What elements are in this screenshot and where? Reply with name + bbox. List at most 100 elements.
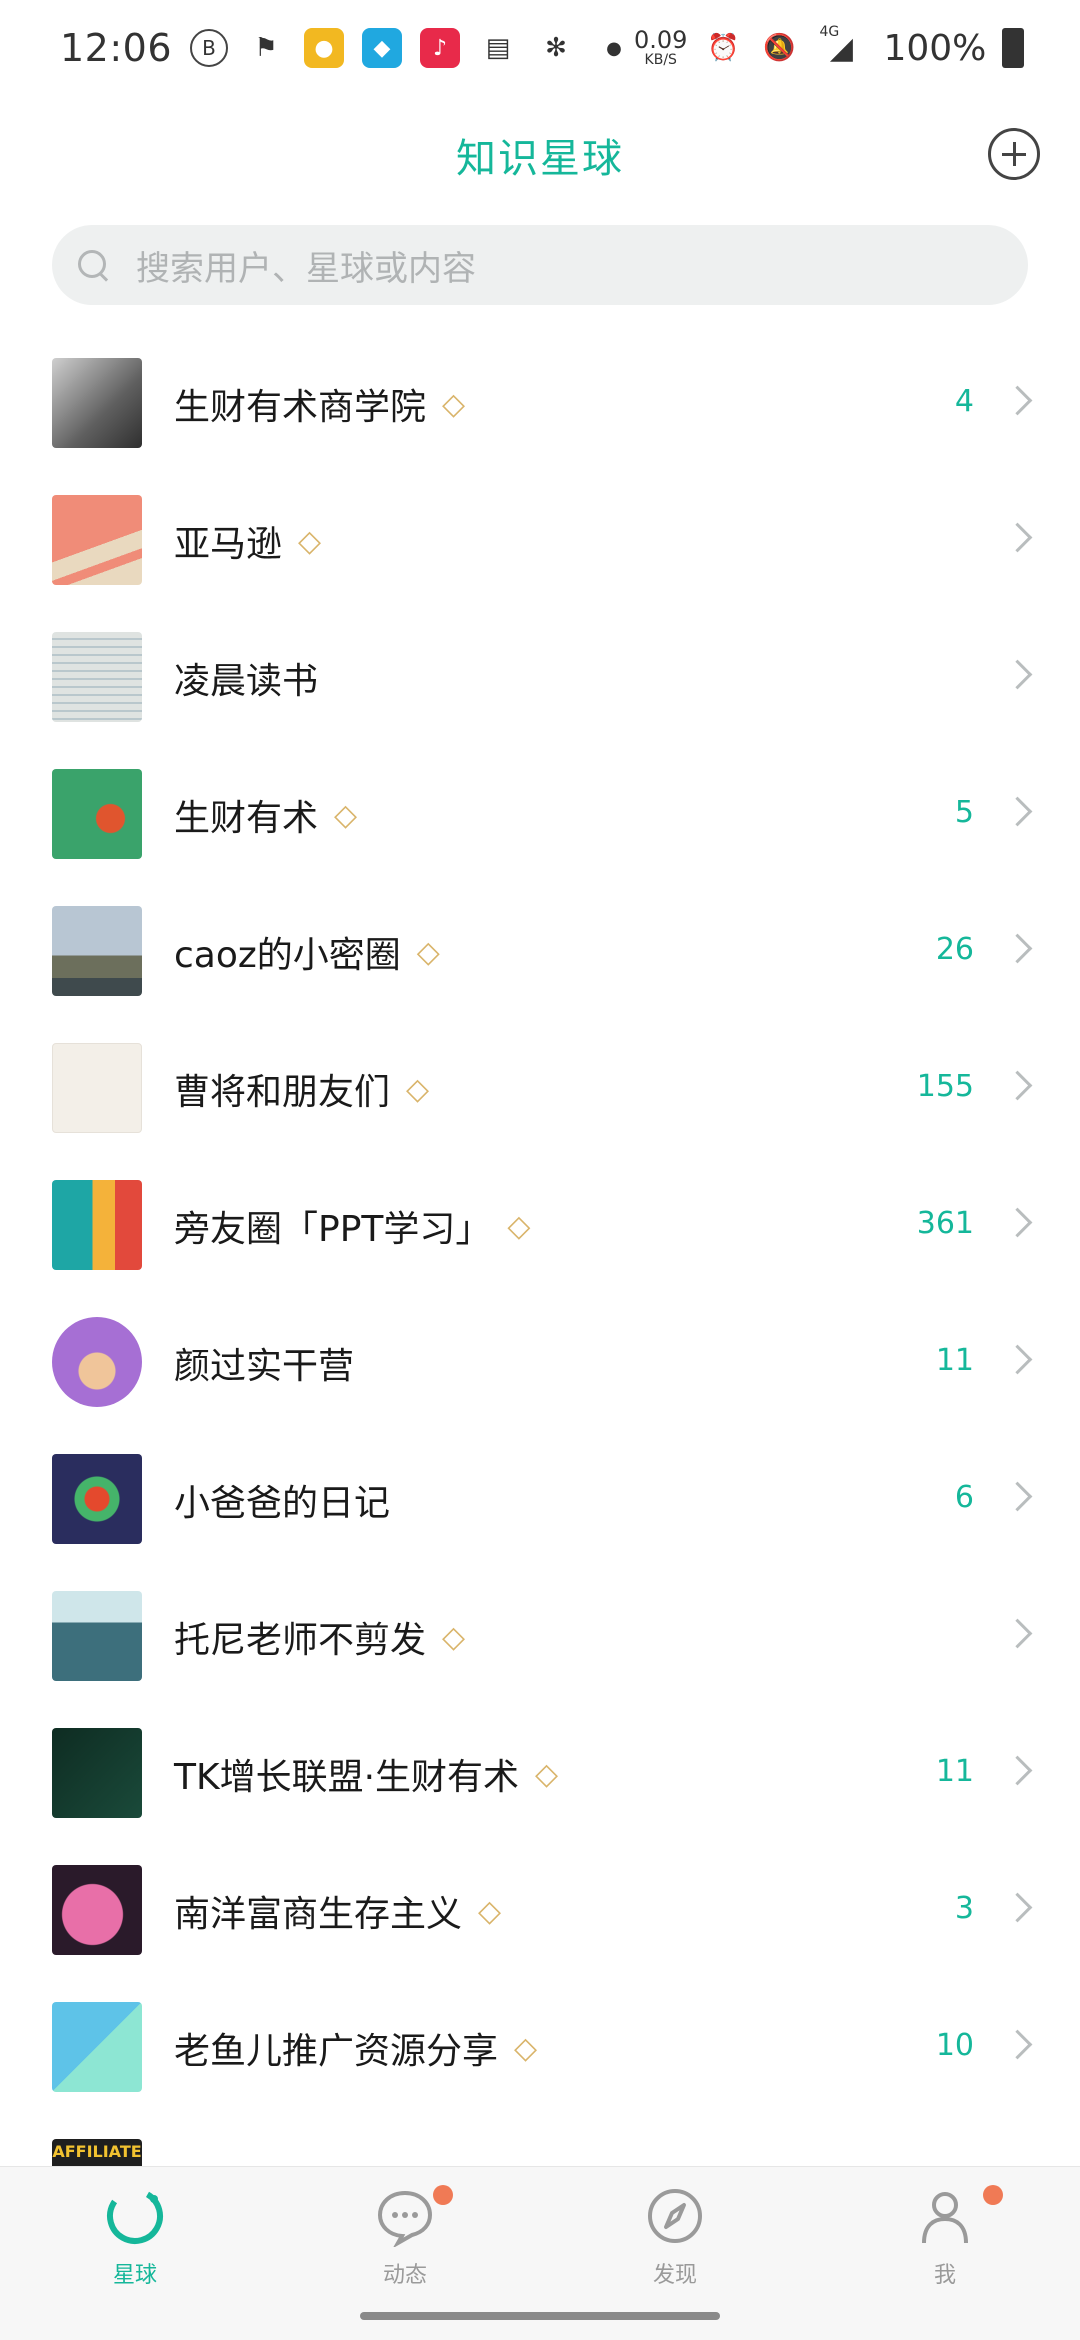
list-item-title-row: 亚马逊 ◇ xyxy=(174,515,321,567)
alarm-icon: ⏰ xyxy=(707,33,740,63)
nav-planet[interactable]: 星球 xyxy=(65,2185,205,2315)
list-item[interactable]: 凌晨读书 xyxy=(0,630,1080,767)
list-item-title-row: 凌晨读书 xyxy=(174,652,318,704)
list-item-title-row: 颜过实干营 xyxy=(174,1337,354,1389)
status-bar: 12:06 B ⚑ ● ◆ ♪ ▤ ✻ ● 0.09 KB/S ⏰ 🔕 4G ◢… xyxy=(0,0,1080,96)
battery-percentage: 100% xyxy=(883,27,987,69)
list-item[interactable]: 颜过实干营 11 xyxy=(0,1315,1080,1452)
notification-dot xyxy=(983,2185,1003,2205)
chevron-right-icon xyxy=(1002,659,1033,690)
diamond-icon: ◇ xyxy=(298,523,322,559)
list-item[interactable]: 曹将和朋友们 ◇ 155 xyxy=(0,1041,1080,1178)
list-item-name: 老鱼儿推广资源分享 xyxy=(174,2031,499,2072)
nav-label: 星球 xyxy=(112,2263,157,2288)
list-item-title-row: caoz的小密圈 ◇ xyxy=(174,926,440,978)
list-item-name: 旁友圈「PPT学习」 xyxy=(174,1209,492,1250)
chevron-right-icon xyxy=(1002,1892,1033,1923)
diamond-icon: ◇ xyxy=(442,386,466,422)
network-speed-value: 0.09 xyxy=(634,26,688,54)
diamond-icon: ◇ xyxy=(478,1893,502,1929)
avatar xyxy=(52,769,142,859)
chevron-right-icon xyxy=(1002,522,1033,553)
nav-me[interactable]: 我 xyxy=(875,2185,1015,2315)
avatar xyxy=(52,495,142,585)
status-right: 0.09 KB/S ⏰ 🔕 4G ◢ 100% xyxy=(634,24,1025,69)
chevron-right-icon xyxy=(1002,1618,1033,1649)
list-item[interactable]: 老鱼儿推广资源分享 ◇ 10 xyxy=(0,2000,1080,2137)
chevron-right-icon xyxy=(1002,796,1033,827)
list-item-name: 颜过实干营 xyxy=(174,1346,355,1387)
list-item[interactable]: 小爸爸的日记 6 xyxy=(0,1452,1080,1589)
home-indicator[interactable] xyxy=(360,2312,720,2320)
nav-feed[interactable]: 动态 xyxy=(335,2185,475,2315)
chevron-right-icon xyxy=(1002,1070,1033,1101)
diamond-icon: ◇ xyxy=(334,797,358,833)
network-speed-unit: KB/S xyxy=(644,52,677,68)
unread-count: 155 xyxy=(916,1069,974,1104)
unread-count: 10 xyxy=(935,2028,974,2063)
sparkle-icon: ✻ xyxy=(545,33,567,63)
list-item-title-row: 托尼老师不剪发 ◇ xyxy=(174,1611,465,1663)
compass-icon xyxy=(644,2185,706,2247)
chat-bubble-icon xyxy=(374,2185,436,2249)
more-notifications-dot-icon: ● xyxy=(606,37,622,59)
list-item-title-row: 老鱼儿推广资源分享 ◇ xyxy=(174,2022,537,2074)
search-icon xyxy=(76,248,110,282)
diamond-icon: ◇ xyxy=(535,1756,559,1792)
list-item-name: 南洋富商生存主义 xyxy=(174,1894,463,1935)
list-item-title-row: 南洋富商生存主义 ◇ xyxy=(174,1885,501,1937)
avatar xyxy=(52,906,142,996)
unread-count: 6 xyxy=(954,1480,974,1515)
list-item-name: 曹将和朋友们 xyxy=(174,1072,391,1113)
avatar xyxy=(52,1454,142,1544)
list-item[interactable]: 旁友圈「PPT学习」 ◇ 361 xyxy=(0,1178,1080,1315)
avatar xyxy=(52,2002,142,2092)
list-item[interactable]: 生财有术商学院 ◇ 4 xyxy=(0,356,1080,493)
signal-label: 4G xyxy=(819,24,840,40)
diamond-icon: ◇ xyxy=(406,1071,430,1107)
list-item[interactable]: 托尼老师不剪发 ◇ xyxy=(0,1589,1080,1726)
list-item[interactable]: 亚马逊 ◇ xyxy=(0,493,1080,630)
qq-icon: ◆ xyxy=(362,28,403,68)
chevron-right-icon xyxy=(1002,1207,1033,1238)
chevron-right-icon xyxy=(1002,1755,1033,1786)
list-item-name: 托尼老师不剪发 xyxy=(174,1620,427,1661)
avatar xyxy=(52,632,142,722)
unread-count: 5 xyxy=(954,795,974,830)
list-item[interactable]: TK增长联盟·生财有术 ◇ 11 xyxy=(0,1726,1080,1863)
bell-muted-icon: 🔕 xyxy=(763,33,796,63)
search-placeholder: 搜索用户、星球或内容 xyxy=(136,248,476,289)
notification-dot xyxy=(433,2185,453,2205)
list-item-title-row: 生财有术 ◇ xyxy=(174,789,357,841)
list-item-name: 亚马逊 xyxy=(174,524,283,565)
list-item-name: TK增长联盟·生财有术 xyxy=(174,1757,520,1798)
list-item-title-row: 旁友圈「PPT学习」 ◇ xyxy=(174,1200,531,1252)
document-icon: ▤ xyxy=(485,33,511,63)
unread-count: 3 xyxy=(954,1891,974,1926)
avatar xyxy=(52,1043,142,1133)
search-bar[interactable]: 搜索用户、星球或内容 xyxy=(52,225,1028,305)
list-item-name: 生财有术 xyxy=(174,798,319,839)
chevron-right-icon xyxy=(1002,933,1033,964)
list-item-name: 小爸爸的日记 xyxy=(174,1483,391,1524)
diamond-icon: ◇ xyxy=(507,1208,531,1244)
status-left: 12:06 B ⚑ ● ◆ ♪ ▤ ✻ ● xyxy=(60,26,634,70)
network-speed: 0.09 KB/S xyxy=(634,28,687,68)
diamond-icon: ◇ xyxy=(442,1619,466,1655)
status-time: 12:06 xyxy=(60,26,173,70)
list-item[interactable]: 南洋富商生存主义 ◇ 3 xyxy=(0,1863,1080,2000)
signal-icon: 4G ◢ xyxy=(819,24,853,66)
avatar-text: AFFILIATE xyxy=(52,2142,142,2161)
add-button[interactable] xyxy=(988,128,1040,180)
list-item[interactable]: caoz的小密圈 ◇ 26 xyxy=(0,904,1080,1041)
planet-icon xyxy=(104,2185,166,2247)
screen: 12:06 B ⚑ ● ◆ ♪ ▤ ✻ ● 0.09 KB/S ⏰ 🔕 4G ◢… xyxy=(0,0,1080,2340)
avatar xyxy=(52,1728,142,1818)
list-item[interactable]: 生财有术 ◇ 5 xyxy=(0,767,1080,904)
unread-count: 361 xyxy=(916,1206,974,1241)
chevron-right-icon xyxy=(1002,2029,1033,2060)
page-title: 知识星球 xyxy=(456,136,624,182)
nav-discover[interactable]: 发现 xyxy=(605,2185,745,2315)
battery-icon xyxy=(1002,28,1025,68)
chevron-right-icon xyxy=(1002,1481,1033,1512)
